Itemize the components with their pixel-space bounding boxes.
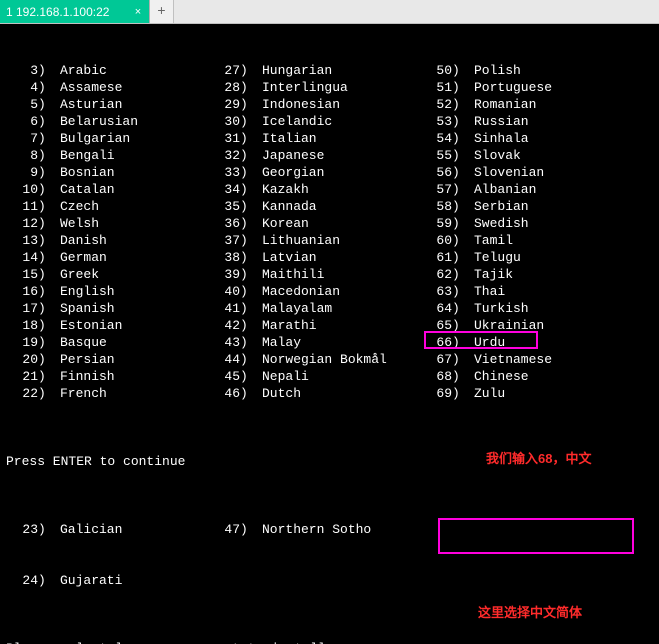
language-row: 6)Belarusian30)Icelandic53)Russian [6,113,653,130]
add-tab-button[interactable]: + [150,0,174,23]
extra-row-2: 24)Gujarati [6,572,653,589]
language-row: 11)Czech35)Kannada58)Serbian [6,198,653,215]
language-row: 22)French46)Dutch69)Zulu [6,385,653,402]
language-row: 9)Bosnian33)Georgian56)Slovenian [6,164,653,181]
language-row: 13)Danish37)Lithuanian60)Tamil [6,232,653,249]
language-list: 3)Arabic27)Hungarian50)Polish4)Assamese2… [6,62,653,402]
language-row: 3)Arabic27)Hungarian50)Polish [6,62,653,79]
language-row: 5)Asturian29)Indonesian52)Romanian [6,96,653,113]
language-row: 10)Catalan34)Kazakh57)Albanian [6,181,653,198]
annotation-note-2: 这里选择中文简体 [478,604,582,621]
language-row: 8)Bengali32)Japanese55)Slovak [6,147,653,164]
annotation-note-1: 我们输入68，中文 [486,450,591,467]
language-row: 18)Estonian42)Marathi65)Ukrainian [6,317,653,334]
close-icon[interactable]: × [133,7,143,17]
tab-bar: 1 192.168.1.100:22 × + [0,0,659,24]
language-row: 21)Finnish45)Nepali68)Chinese [6,368,653,385]
language-row: 19)Basque43)Malay66)Urdu [6,334,653,351]
language-row: 20)Persian44)Norwegian Bokmål67)Vietname… [6,351,653,368]
language-row: 7)Bulgarian31)Italian54)Sinhala [6,130,653,147]
language-row: 17)Spanish41)Malayalam64)Turkish [6,300,653,317]
select-prompt-1: Please select language support to instal… [6,640,653,644]
extra-row-1: 23)Galician 47)Northern Sotho [6,521,653,538]
language-row: 14)German38)Latvian61)Telugu [6,249,653,266]
language-row: 16)English40)Macedonian63)Thai [6,283,653,300]
terminal-viewport[interactable]: 3)Arabic27)Hungarian50)Polish4)Assamese2… [0,24,659,644]
tab-label: 1 192.168.1.100:22 [6,5,127,19]
language-row: 4)Assamese28)Interlingua51)Portuguese [6,79,653,96]
language-row: 12)Welsh36)Korean59)Swedish [6,215,653,232]
language-row: 15)Greek39)Maithili62)Tajik [6,266,653,283]
terminal-tab[interactable]: 1 192.168.1.100:22 × [0,0,150,23]
